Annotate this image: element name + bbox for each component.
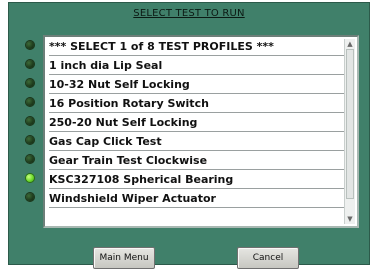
status-led-icon <box>26 174 34 182</box>
list-item[interactable]: Windshield Wiper Actuator <box>49 191 347 208</box>
status-led-icon <box>26 155 34 163</box>
list-item[interactable]: 16 Position Rotary Switch <box>49 96 347 113</box>
main-menu-button[interactable]: Main Menu <box>93 247 155 269</box>
cancel-button[interactable]: Cancel <box>237 247 299 269</box>
status-led-icon <box>26 41 34 49</box>
list-item[interactable]: KSC327108 Spherical Bearing <box>49 172 347 189</box>
test-profile-list[interactable]: *** SELECT 1 of 8 TEST PROFILES *** 1 in… <box>43 35 359 228</box>
list-item[interactable]: 10-32 Nut Self Locking <box>49 77 347 94</box>
scrollbar-thumb[interactable] <box>346 49 354 199</box>
list-item[interactable]: Gas Cap Click Test <box>49 134 347 151</box>
test-selection-panel: SELECT TEST TO RUN *** SELECT 1 of 8 TES… <box>8 2 370 269</box>
chevron-down-icon[interactable]: ▼ <box>345 214 355 224</box>
status-led-icon <box>26 79 34 87</box>
status-led-icon <box>26 136 34 144</box>
chevron-up-icon[interactable]: ▲ <box>345 39 355 49</box>
list-item[interactable]: 1 inch dia Lip Seal <box>49 58 347 75</box>
status-led-icon <box>26 60 34 68</box>
list-item[interactable]: *** SELECT 1 of 8 TEST PROFILES *** <box>49 39 347 56</box>
dialog-title: SELECT TEST TO RUN <box>133 8 245 19</box>
status-led-icon <box>26 98 34 106</box>
status-led-icon <box>26 117 34 125</box>
list-item[interactable]: Gear Train Test Clockwise <box>49 153 347 170</box>
list-scrollbar[interactable]: ▲ ▼ <box>344 39 355 224</box>
list-item[interactable]: 250-20 Nut Self Locking <box>49 115 347 132</box>
status-led-icon <box>26 193 34 201</box>
